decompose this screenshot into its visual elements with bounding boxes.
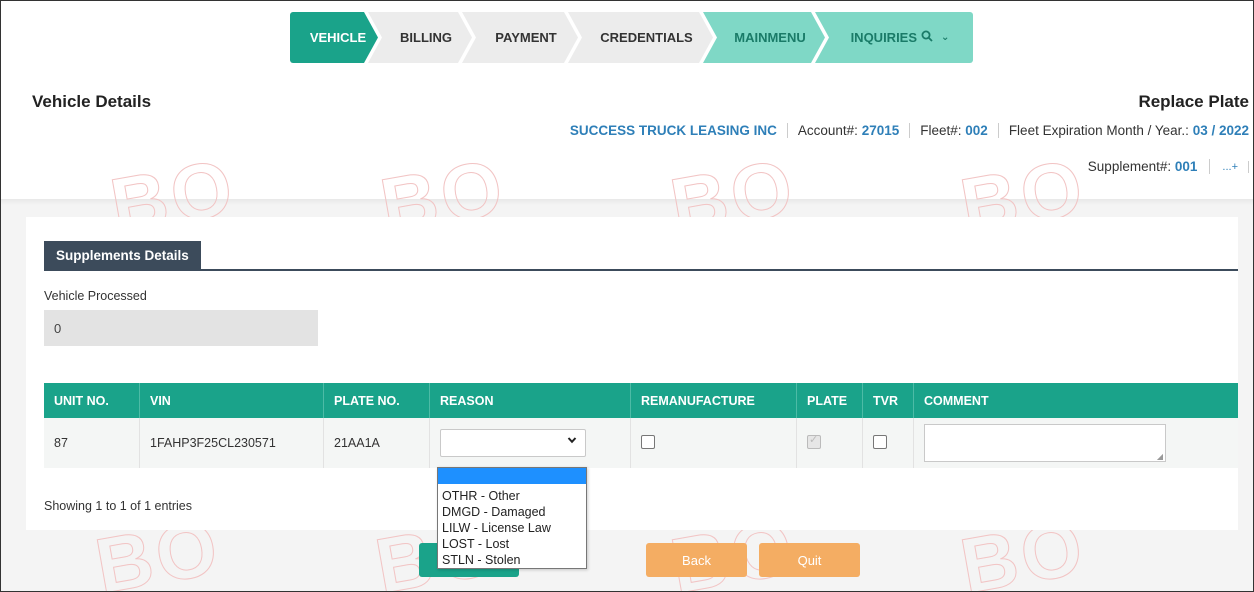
vehicle-table: UNIT NO. VIN PLATE NO. REASON REMANUFACT… (44, 383, 1238, 468)
reason-option-stln[interactable]: STLN - Stolen (438, 552, 586, 568)
quit-button-label: Quit (797, 552, 822, 568)
supplements-details-tab[interactable]: Supplements Details (44, 241, 201, 269)
table-header-row: UNIT NO. VIN PLATE NO. REASON REMANUFACT… (44, 383, 1238, 418)
reason-option-blank[interactable] (438, 468, 586, 484)
cell-reason (429, 418, 631, 468)
cell-remanufacture (630, 418, 797, 468)
tab-vehicle[interactable]: VEHICLE (290, 12, 378, 63)
action-title: Replace Plate (1138, 92, 1249, 111)
company-name: SUCCESS TRUCK LEASING INC (560, 123, 788, 138)
more-info-link[interactable]: ...+ (1210, 160, 1249, 173)
tab-payment-label: PAYMENT (495, 30, 557, 45)
comment-textarea[interactable]: ◢ (924, 424, 1166, 462)
tab-mainmenu-label: MAINMENU (734, 30, 806, 45)
fleet-info: Fleet#: 002 (910, 123, 999, 138)
chevron-down-icon: ⌄ (941, 32, 950, 43)
supplement-info: Supplement#: 001 (1076, 159, 1211, 174)
vehicle-processed-label: Vehicle Processed (44, 289, 147, 303)
back-button[interactable]: Back (646, 543, 747, 577)
fleet-label: Fleet#: (920, 123, 962, 138)
col-reason[interactable]: REASON (429, 383, 631, 418)
col-plate[interactable]: PLATE (796, 383, 863, 418)
tab-payment[interactable]: PAYMENT (462, 12, 578, 63)
cell-plate (796, 418, 863, 468)
tab-inquiries-label: INQUIRIES (850, 30, 918, 45)
tab-billing-label: BILLING (400, 30, 452, 45)
cell-vin: 1FAHP3F25CL230571 (139, 418, 324, 468)
expiration-info: Fleet Expiration Month / Year.: 03 / 202… (999, 123, 1249, 138)
fleet-value: 002 (965, 123, 988, 138)
section-header: Supplements Details (44, 241, 1238, 271)
wizard-nav: VEHICLE BILLING PAYMENT CREDENTIALS MAIN… (290, 12, 973, 63)
remanufacture-checkbox[interactable] (641, 434, 655, 449)
page-title: Vehicle Details (32, 92, 152, 111)
plate-checkbox (807, 433, 821, 449)
col-remanufacture[interactable]: REMANUFACTURE (630, 383, 797, 418)
col-tvr[interactable]: TVR (862, 383, 914, 418)
expiration-value: 03 / 2022 (1192, 123, 1249, 138)
vehicle-processed-field: 0 (44, 310, 318, 346)
tvr-checkbox[interactable] (873, 434, 887, 449)
account-info: Account#: 27015 (788, 123, 911, 138)
quit-button[interactable]: Quit (759, 543, 860, 577)
reason-option-lost[interactable]: LOST - Lost (438, 536, 586, 552)
tab-credentials-label: CREDENTIALS (600, 30, 693, 45)
app-frame: VEHICLE BILLING PAYMENT CREDENTIALS MAIN… (0, 0, 1254, 592)
tab-mainmenu[interactable]: MAINMENU (703, 12, 825, 63)
supplement-info-bar: Supplement#: 001 ...+ (1076, 159, 1249, 174)
account-value: 27015 (861, 123, 900, 138)
account-info-bar: SUCCESS TRUCK LEASING INC Account#: 2701… (560, 123, 1249, 138)
tab-vehicle-label: VEHICLE (309, 30, 367, 45)
table-row: 87 1FAHP3F25CL230571 21AA1A ✓ ◢ (44, 418, 1238, 468)
reason-option-othr[interactable]: OTHR - Other (438, 488, 586, 504)
col-comment[interactable]: COMMENT (913, 383, 1238, 418)
cell-tvr (862, 418, 914, 468)
reason-option-dmgd[interactable]: DMGD - Damaged (438, 504, 586, 520)
chevron-down-icon (567, 435, 577, 448)
col-plate-no[interactable]: PLATE NO. (323, 383, 430, 418)
tab-inquiries[interactable]: INQUIRIES ⌄ (815, 12, 973, 63)
tab-billing[interactable]: BILLING (368, 12, 472, 63)
supplement-value: 001 (1174, 159, 1198, 174)
reason-select[interactable] (440, 429, 586, 457)
tab-credentials[interactable]: CREDENTIALS (568, 12, 713, 63)
back-button-label: Back (682, 552, 711, 568)
expiration-label: Fleet Expiration Month / Year.: (1008, 123, 1189, 138)
cell-comment: ◢ (913, 418, 1238, 468)
supplements-card: Supplements Details Vehicle Processed 0 … (26, 217, 1238, 530)
cell-plate-no: 21AA1A (323, 418, 430, 468)
search-icon (921, 30, 933, 45)
cell-unit-no: 87 (44, 418, 140, 468)
reason-option-lilw[interactable]: LILW - License Law (438, 520, 586, 536)
col-vin[interactable]: VIN (139, 383, 324, 418)
col-unit-no[interactable]: UNIT NO. (44, 383, 140, 418)
resize-grip-icon[interactable]: ◢ (1157, 452, 1163, 461)
supplement-label: Supplement#: (1087, 159, 1172, 174)
account-label: Account#: (797, 123, 858, 138)
table-info: Showing 1 to 1 of 1 entries (44, 499, 193, 513)
reason-dropdown-list: OTHR - Other DMGD - Damaged LILW - Licen… (437, 467, 587, 569)
